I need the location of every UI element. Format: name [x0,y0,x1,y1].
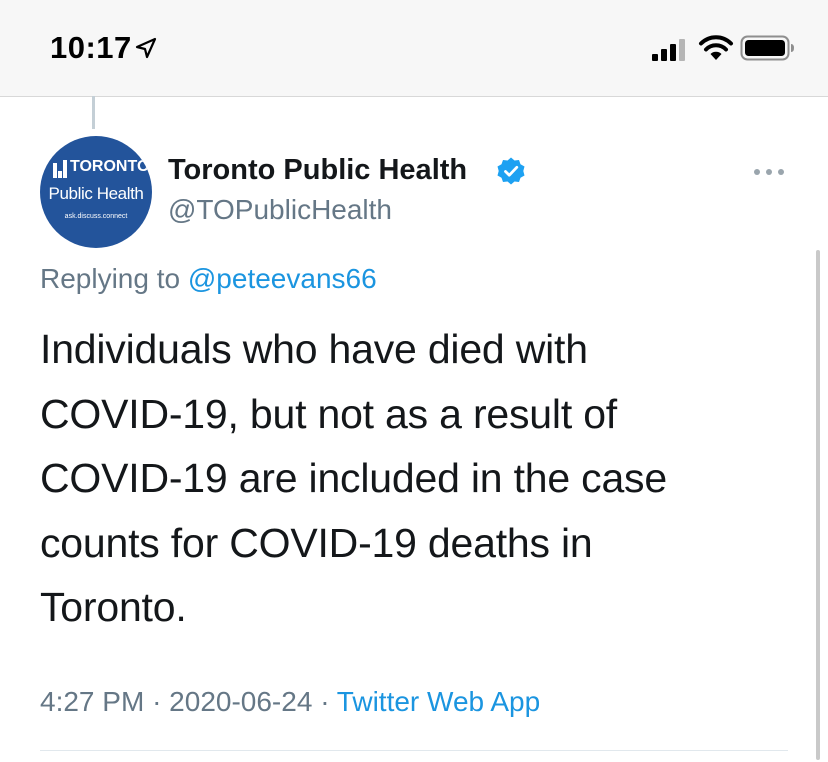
more-options-icon[interactable] [752,167,786,177]
meta-separator: · [320,686,330,717]
battery-icon [740,35,794,61]
tweet-time[interactable]: 4:27 PM [40,686,144,717]
tweet-text: Individuals who have died with COVID-19,… [40,326,667,630]
author-handle[interactable]: @TOPublicHealth [168,194,392,226]
divider [40,750,788,751]
replying-to-label: Replying to [40,263,181,294]
tweet-meta: 4:27 PM · 2020-06-24 · Twitter Web App [40,686,540,718]
tweet-date[interactable]: 2020-06-24 [169,686,312,717]
avatar[interactable]: TORONTO Public Health ask.discuss.connec… [40,136,152,248]
status-bar: 10:17 [0,0,828,97]
avatar-logo-subtitle: Public Health [48,184,144,203]
replying-to-handle-link[interactable]: @peteevans66 [188,263,377,294]
verified-badge-icon [497,157,525,185]
location-arrow-icon [135,37,157,59]
status-time: 10:17 [50,30,132,65]
author-display-name[interactable]: Toronto Public Health [168,154,467,187]
avatar-logo-word: TORONTO [70,158,150,175]
meta-separator: · [152,686,162,717]
scrollbar[interactable] [816,250,820,760]
thread-connector-line [92,96,95,129]
replying-to: Replying to @peteevans66 [40,263,377,295]
wifi-icon [699,35,733,60]
cellular-signal-icon [652,39,685,61]
city-hall-logo-icon [53,160,67,178]
avatar-logo-tagline: ask.discuss.connect [64,213,128,220]
tweet-source-link[interactable]: Twitter Web App [337,686,540,717]
